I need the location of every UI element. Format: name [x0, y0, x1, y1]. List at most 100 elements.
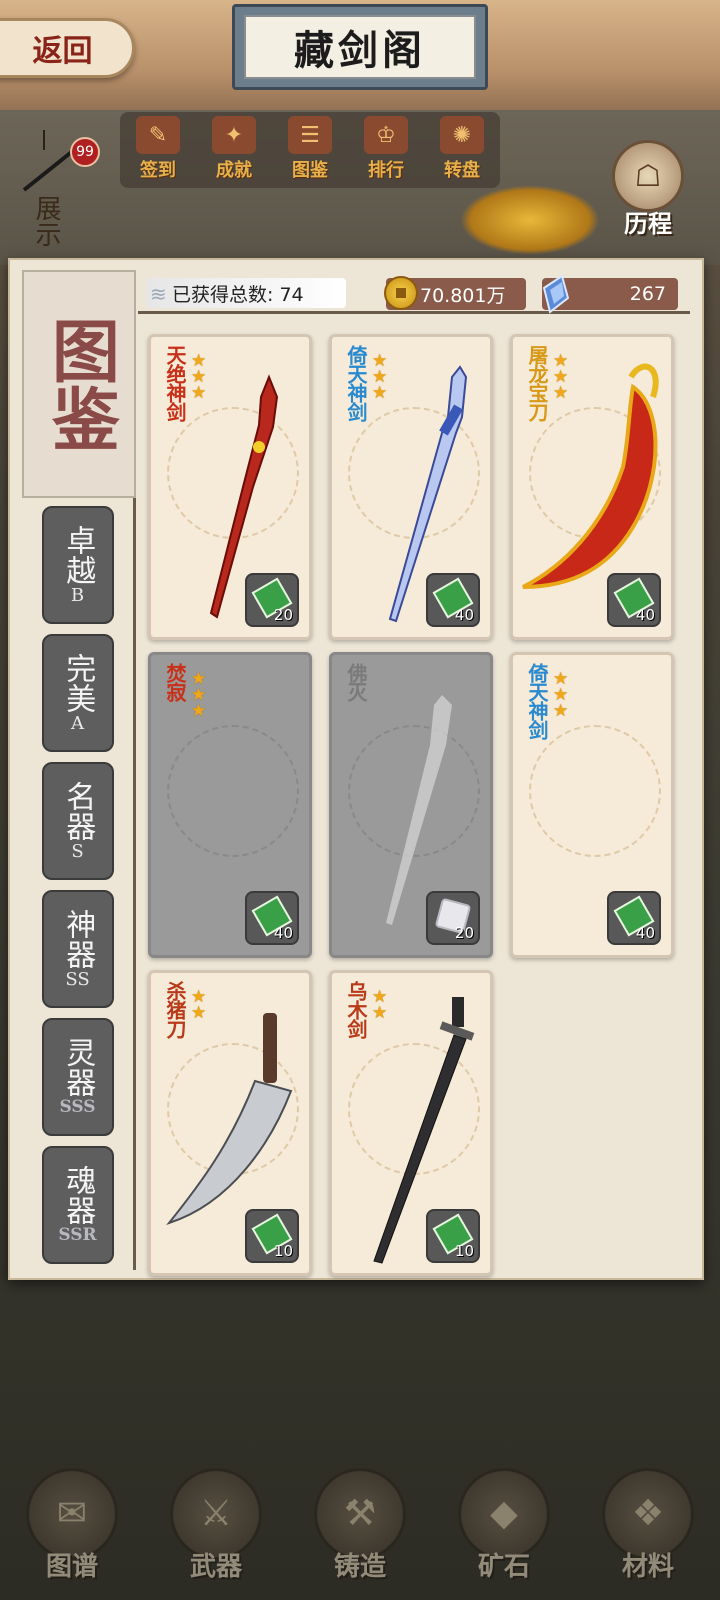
cost-value: 40: [635, 924, 655, 942]
back-button[interactable]: 返回: [0, 18, 135, 78]
star-icon: ★: [553, 383, 569, 403]
catalog-panel: 图鉴 卓越 B 完美 A 名器 S 神器 SS 灵器 SSS 魂器 SSR ≋ …: [8, 258, 704, 1280]
menu-label: 转盘: [444, 160, 480, 181]
menu-achievement[interactable]: ✦ 成就: [199, 116, 269, 182]
rank-name: 完美: [60, 652, 96, 713]
history-label: 历程: [624, 210, 672, 238]
swirl-icon: ≋: [150, 282, 167, 306]
rank-tab-b[interactable]: 卓越 B: [41, 506, 114, 624]
menu-sign-in[interactable]: ✎ 签到: [123, 116, 193, 182]
rank-name: 魂器: [60, 1165, 96, 1226]
coin-icon: [384, 276, 418, 310]
weapon-name: 屠龙宝刀: [525, 345, 549, 421]
star-icon: ★: [191, 701, 207, 721]
menu-ranking[interactable]: ♔ 排行: [351, 116, 421, 182]
material-cost: 40: [607, 891, 661, 945]
gem-icon: [542, 274, 570, 314]
star-rating: ★ ★ ★: [191, 671, 207, 721]
weapon-name: 倚天神剑: [344, 345, 368, 421]
menu-label: 图鉴: [292, 160, 328, 181]
rank-tab-a[interactable]: 完美 A: [41, 634, 114, 752]
rank-grade: A: [71, 712, 84, 734]
nav-tab-forge[interactable]: ⚒ 铸造: [310, 1467, 410, 1583]
menu-label: 排行: [368, 160, 404, 181]
nav-tab-material[interactable]: ❖ 材料: [598, 1467, 698, 1583]
weapon-card[interactable]: 天绝神剑 ★ ★ ★ 20: [148, 334, 312, 640]
rank-tab-ssr[interactable]: 魂器 SSR: [41, 1146, 114, 1264]
stats-bar: ≋ 已获得总数: 74 70.801万 267: [138, 270, 690, 314]
material-cost: 40: [607, 573, 661, 627]
weapon-card[interactable]: 屠龙宝刀 ★ ★ ★ 40: [510, 334, 674, 640]
menu-label: 成就: [216, 160, 252, 181]
material-cost: 40: [245, 891, 299, 945]
sidebar-title: 图鉴: [22, 270, 136, 498]
wheel-icon: ✺: [440, 116, 484, 154]
card-pattern: [167, 725, 299, 857]
nav-tab-weapons[interactable]: ⚔ 武器: [166, 1467, 266, 1583]
cost-value: 40: [635, 606, 655, 624]
history-icon: ☖: [612, 140, 684, 212]
ranking-icon: ♔: [364, 116, 408, 154]
star-icon: ★: [191, 383, 207, 403]
star-rating: ★ ★ ★: [372, 353, 387, 402]
star-icon: ★: [553, 701, 569, 721]
nav-label: 图谱: [45, 1551, 98, 1582]
weapon-card[interactable]: 倚天神剑 ★ ★ ★ 40: [329, 334, 493, 640]
star-rating: ★ ★ ★: [553, 353, 569, 403]
top-menu: ✎ 签到 ✦ 成就 ☰ 图鉴 ♔ 排行 ✺ 转盘: [120, 112, 500, 188]
cost-value: 10: [454, 1242, 474, 1260]
history-button[interactable]: ☖ 历程: [606, 140, 690, 240]
achievement-icon: ✦: [212, 116, 256, 154]
sidebar-title-text: 图鉴: [39, 316, 120, 452]
gem-balance: 267: [542, 274, 678, 314]
weapon-name: 倚天神剑: [525, 663, 549, 739]
rank-name: 神器: [60, 908, 96, 969]
coin-balance: 70.801万: [384, 276, 526, 310]
star-rating: ★ ★: [191, 989, 206, 1022]
total-count-text: 已获得总数: 74: [172, 283, 304, 306]
nav-label: 矿石: [477, 1551, 530, 1582]
weapon-card[interactable]: 杀猪刀 ★ ★ 10: [148, 970, 312, 1276]
nav-label: 铸造: [333, 1551, 386, 1582]
weapon-name: 焚寂: [163, 663, 187, 701]
weapon-name: 乌木剑: [344, 981, 368, 1038]
weapon-name: 杀猪刀: [163, 981, 187, 1038]
nav-label: 材料: [621, 1551, 674, 1582]
display-label[interactable]: 展示: [28, 195, 65, 247]
cost-value: 10: [273, 1242, 293, 1260]
rank-tab-sss[interactable]: 灵器 SSS: [41, 1018, 114, 1136]
rank-name: 名器: [60, 780, 96, 841]
nav-label: 武器: [189, 1551, 242, 1582]
nav-tab-atlas[interactable]: ✉ 图谱: [22, 1467, 122, 1583]
card-pattern: [529, 725, 661, 857]
cost-value: 20: [454, 924, 474, 942]
material-cost: 10: [426, 1209, 480, 1263]
material-cost: 20: [426, 891, 480, 945]
coin-value: 70.801万: [420, 284, 506, 307]
notification-badge: 99: [70, 137, 100, 167]
rank-list: 卓越 B 完美 A 名器 S 神器 SS 灵器 SSS 魂器 SSR: [22, 506, 133, 1264]
weapon-card[interactable]: 倚天神剑 ★ ★ ★ 40: [510, 652, 674, 958]
weapon-card[interactable]: 焚寂 ★ ★ ★ 40: [148, 652, 312, 958]
weapon-grid: 天绝神剑 ★ ★ ★ 20 倚天神剑 ★ ★ ★ 40 屠龙宝刀 ★ ★ ★ 40 焚寂 ★ ★ ★ 40 佛灭 20 倚天…: [148, 334, 678, 1276]
rank-tab-s[interactable]: 名器 S: [41, 762, 114, 880]
star-rating: ★ ★ ★: [553, 671, 569, 721]
title-plaque: 藏剑阁: [232, 4, 488, 90]
material-cost: 40: [426, 573, 480, 627]
menu-catalog[interactable]: ☰ 图鉴: [275, 116, 345, 182]
total-count: ≋ 已获得总数: 74: [146, 278, 346, 308]
gold-ingot-icon: [460, 185, 600, 255]
nav-tab-ore[interactable]: ◆ 矿石: [454, 1467, 554, 1583]
sign-in-icon: ✎: [136, 116, 180, 154]
rank-grade: B: [70, 584, 85, 606]
material-cost: 10: [245, 1209, 299, 1263]
weapon-card[interactable]: 佛灭 20: [329, 652, 493, 958]
star-rating: ★ ★: [372, 989, 388, 1023]
cost-value: 40: [273, 924, 293, 942]
rank-tab-ss[interactable]: 神器 SS: [41, 890, 114, 1008]
weapon-card[interactable]: 乌木剑 ★ ★ 10: [329, 970, 493, 1276]
menu-wheel[interactable]: ✺ 转盘: [427, 116, 497, 182]
cost-value: 20: [273, 606, 293, 624]
star-icon: ★: [372, 1003, 388, 1023]
gem-value: 267: [629, 283, 666, 305]
